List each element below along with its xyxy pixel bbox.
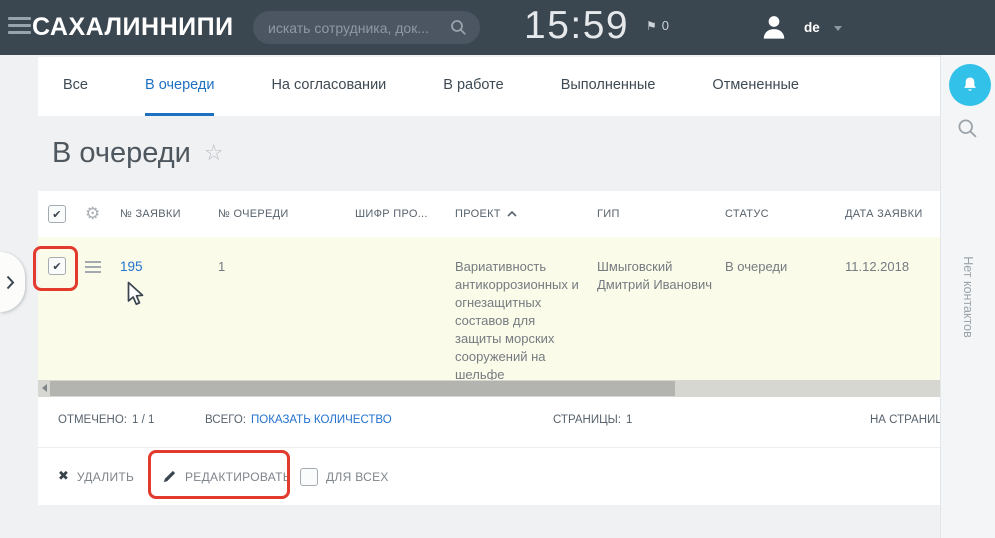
page-title: В очереди [52,137,191,170]
bulk-actions-bar: ✖ УДАЛИТЬ РЕДАКТИРОВАТЬ ДЛЯ ВСЕХ [38,447,940,505]
top-header: САХАЛИННИПИ 15:59 ⚑ 0 de [0,0,995,55]
per-page-label: НА СТРАНИЦ [870,414,940,426]
tab-in-queue[interactable]: В очереди [145,57,214,116]
cell-gip: Шмыговский Дмитрий Иванович [597,237,725,294]
notifications-bell-button[interactable] [949,64,991,106]
requests-table: ✔ ⚙ № ЗАЯВКИ № ОЧЕРЕДИ ШИФР ПРО... ПРОЕК… [38,191,940,505]
checked-value: 1 / 1 [132,414,154,426]
user-name[interactable]: de [804,20,820,35]
company-logo[interactable]: САХАЛИННИПИ [32,13,234,42]
check-icon: ✔ [52,261,61,272]
scrollbar-thumb[interactable] [50,381,675,396]
edit-button[interactable]: РЕДАКТИРОВАТЬ [162,448,291,505]
filter-tabs: Все В очереди На согласовании В работе В… [38,57,940,116]
sort-asc-icon [507,211,517,217]
col-header-request-date[interactable]: ДАТА ЗАЯВКИ [845,208,940,220]
flag-count: 0 [662,18,669,33]
row-checkbox[interactable]: ✔ [48,257,66,275]
delete-x-icon: ✖ [58,470,69,483]
table-row[interactable]: ✔ 195 1 Вариативность антикоррозионных и… [38,237,940,380]
cell-project: Вариативность антикоррозионных и огнезащ… [455,237,597,384]
scrollbar-left-arrow[interactable] [42,384,47,392]
check-icon: ✔ [52,209,62,220]
user-avatar-icon[interactable] [760,13,788,41]
global-search-input[interactable] [266,19,450,37]
side-panel-expander[interactable] [0,252,25,312]
col-header-request-number[interactable]: № ЗАЯВКИ [120,208,218,220]
select-all-checkbox[interactable]: ✔ [48,205,66,223]
tab-all[interactable]: Все [63,57,88,116]
cell-cipher [355,237,455,258]
app-window: САХАЛИННИПИ 15:59 ⚑ 0 de [0,0,995,538]
pencil-icon [162,469,177,484]
title-row: В очереди ☆ [38,116,940,191]
col-header-queue-number[interactable]: № ОЧЕРЕДИ [218,208,355,220]
grid-settings-gear-icon[interactable]: ⚙ [85,206,101,223]
right-sidebar: Нет контактов [940,55,995,538]
favorite-star-icon[interactable]: ☆ [204,141,224,166]
main-content: Все В очереди На согласовании В работе В… [38,57,940,505]
cell-queue-number: 1 [218,237,355,276]
table-header-row: ✔ ⚙ № ЗАЯВКИ № ОЧЕРЕДИ ШИФР ПРО... ПРОЕК… [38,191,940,237]
col-header-status[interactable]: СТАТУС [725,208,845,220]
global-search[interactable] [253,11,480,44]
bell-icon [960,75,980,95]
tab-cancelled[interactable]: Отмененные [712,57,799,116]
show-count-link[interactable]: ПОКАЗАТЬ КОЛИЧЕСТВО [251,414,392,426]
sidebar-search-icon[interactable] [957,118,978,139]
menu-burger-icon[interactable] [8,17,31,34]
tab-on-approval[interactable]: На согласовании [271,57,386,116]
row-actions-menu-icon[interactable] [85,261,101,273]
delete-button[interactable]: ✖ УДАЛИТЬ [58,448,134,505]
total-label: ВСЕГО: [205,414,246,426]
checked-label: ОТМЕЧЕНО: [58,414,127,426]
table-footer: ОТМЕЧЕНО: 1 / 1 ВСЕГО: ПОКАЗАТЬ КОЛИЧЕСТ… [38,397,940,447]
request-number-link[interactable]: 195 [120,259,143,274]
col-header-project[interactable]: ПРОЕКТ [455,208,597,220]
pages-value: 1 [626,414,632,426]
no-contacts-label: Нет контактов [941,247,995,347]
col-header-cipher[interactable]: ШИФР ПРО... [355,208,455,220]
chevron-down-icon[interactable] [834,26,842,31]
tab-completed[interactable]: Выполненные [561,57,656,116]
col-header-gip[interactable]: ГИП [597,208,725,220]
notifications-flag[interactable]: ⚑ 0 [646,18,669,33]
for-all-toggle[interactable]: ДЛЯ ВСЕХ [300,448,389,505]
cell-status: В очереди [725,237,845,276]
for-all-checkbox[interactable] [300,468,318,486]
flag-icon: ⚑ [646,19,657,33]
chevron-right-icon [6,275,15,290]
pages-label: СТРАНИЦЫ: [553,414,621,426]
tab-in-progress[interactable]: В работе [443,57,503,116]
horizontal-scrollbar[interactable] [38,380,940,397]
header-clock[interactable]: 15:59 [524,4,629,48]
search-icon[interactable] [450,19,467,36]
cell-request-date: 11.12.2018 [845,237,940,276]
